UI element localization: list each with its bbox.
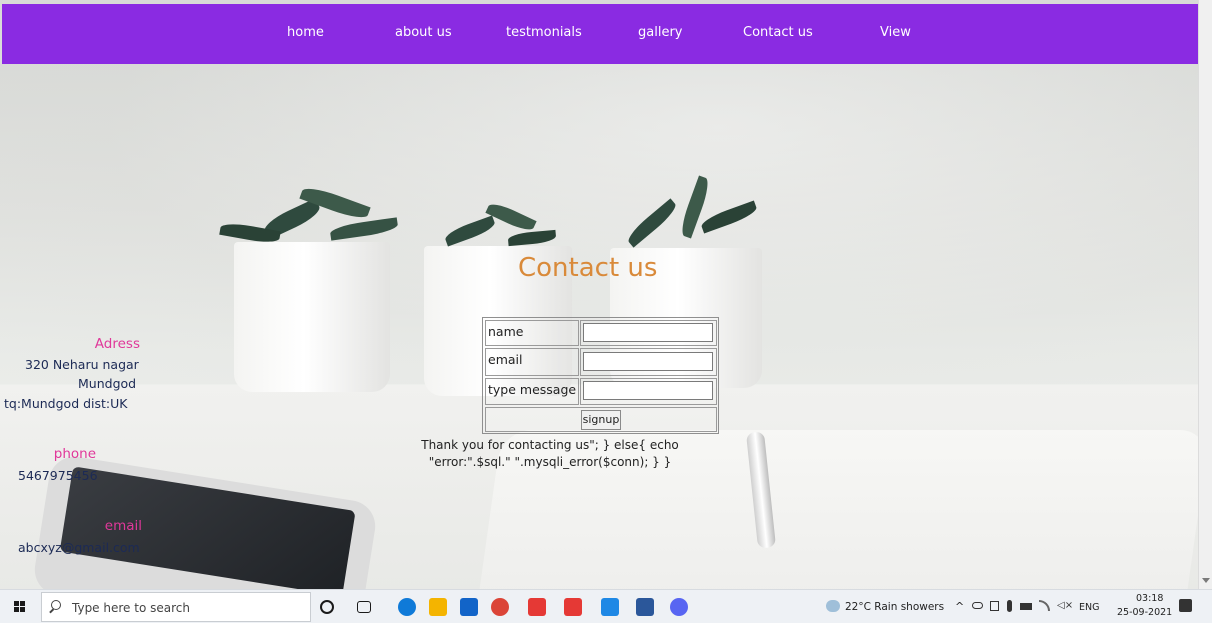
address-line-1: 320 Neharu nagar: [25, 357, 139, 372]
phone-value: 5467975456: [18, 468, 98, 483]
chrome-icon[interactable]: [491, 598, 509, 616]
search-placeholder: Type here to search: [72, 601, 190, 615]
task-view-icon[interactable]: [357, 601, 371, 613]
file-explorer-icon[interactable]: [429, 598, 447, 616]
onedrive-icon[interactable]: [972, 602, 983, 609]
microphone-icon[interactable]: [1007, 600, 1012, 612]
scroll-down-arrow-icon[interactable]: [1202, 578, 1210, 583]
notifications-icon[interactable]: [1179, 599, 1192, 612]
clock-time[interactable]: 03:18: [1136, 593, 1163, 604]
volume-mute-icon[interactable]: ◁×: [1057, 600, 1073, 611]
php-output-text: Thank you for contacting us"; } else{ ec…: [421, 438, 679, 469]
address-label: Adress: [94, 336, 140, 352]
windows-start-icon[interactable]: [14, 601, 26, 613]
network-icon[interactable]: [1039, 600, 1050, 611]
tray-chevron-icon[interactable]: ^: [955, 600, 964, 613]
name-label: name: [485, 320, 579, 346]
mail-icon[interactable]: [460, 598, 478, 616]
email-value: abcxyz@gmail.com: [18, 540, 140, 555]
cortana-icon[interactable]: [320, 600, 334, 614]
language-indicator[interactable]: ENG: [1079, 602, 1099, 613]
meet-now-icon[interactable]: [990, 601, 999, 611]
address-line-2: Mundgod: [78, 376, 137, 391]
red-app-icon[interactable]: [528, 598, 546, 616]
nav-home[interactable]: home: [287, 25, 324, 40]
vscode-icon[interactable]: [601, 598, 619, 616]
nav-about-us[interactable]: about us: [395, 25, 452, 40]
battery-icon[interactable]: [1020, 603, 1032, 610]
clock-date[interactable]: 25-09-2021: [1117, 607, 1172, 618]
top-navigation: home about us testmonials gallery Contac…: [2, 4, 1198, 64]
red-app-2-icon[interactable]: [564, 598, 582, 616]
vertical-scrollbar[interactable]: [1198, 0, 1212, 589]
windows-taskbar: Type here to search 22°C Rain showers ^ …: [0, 589, 1212, 623]
word-icon[interactable]: [636, 598, 654, 616]
nav-view[interactable]: View: [880, 25, 911, 40]
weather-text[interactable]: 22°C Rain showers: [845, 601, 944, 613]
contact-form: name email type message signup: [482, 317, 719, 434]
message-label: type message: [485, 378, 579, 405]
nav-testmonials[interactable]: testmonials: [506, 25, 582, 40]
email-label: email: [485, 348, 579, 376]
phone-label: phone: [53, 446, 96, 462]
taskbar-search-box[interactable]: Type here to search: [41, 592, 311, 622]
nav-gallery[interactable]: gallery: [638, 25, 682, 40]
nav-contact-us[interactable]: Contact us: [743, 25, 813, 40]
name-input[interactable]: [583, 323, 713, 342]
address-line-3: tq:Mundgod dist:UK: [4, 396, 128, 411]
email-info-label: email: [104, 518, 142, 534]
contact-title: Contact us: [518, 253, 658, 283]
discord-icon[interactable]: [670, 598, 688, 616]
signup-button[interactable]: signup: [581, 410, 621, 430]
message-input[interactable]: [583, 381, 713, 400]
email-input[interactable]: [583, 352, 713, 371]
search-icon-handle: [49, 608, 54, 614]
weather-icon[interactable]: [826, 600, 840, 612]
edge-icon[interactable]: [398, 598, 416, 616]
browser-page: home about us testmonials gallery Contac…: [0, 0, 1198, 589]
